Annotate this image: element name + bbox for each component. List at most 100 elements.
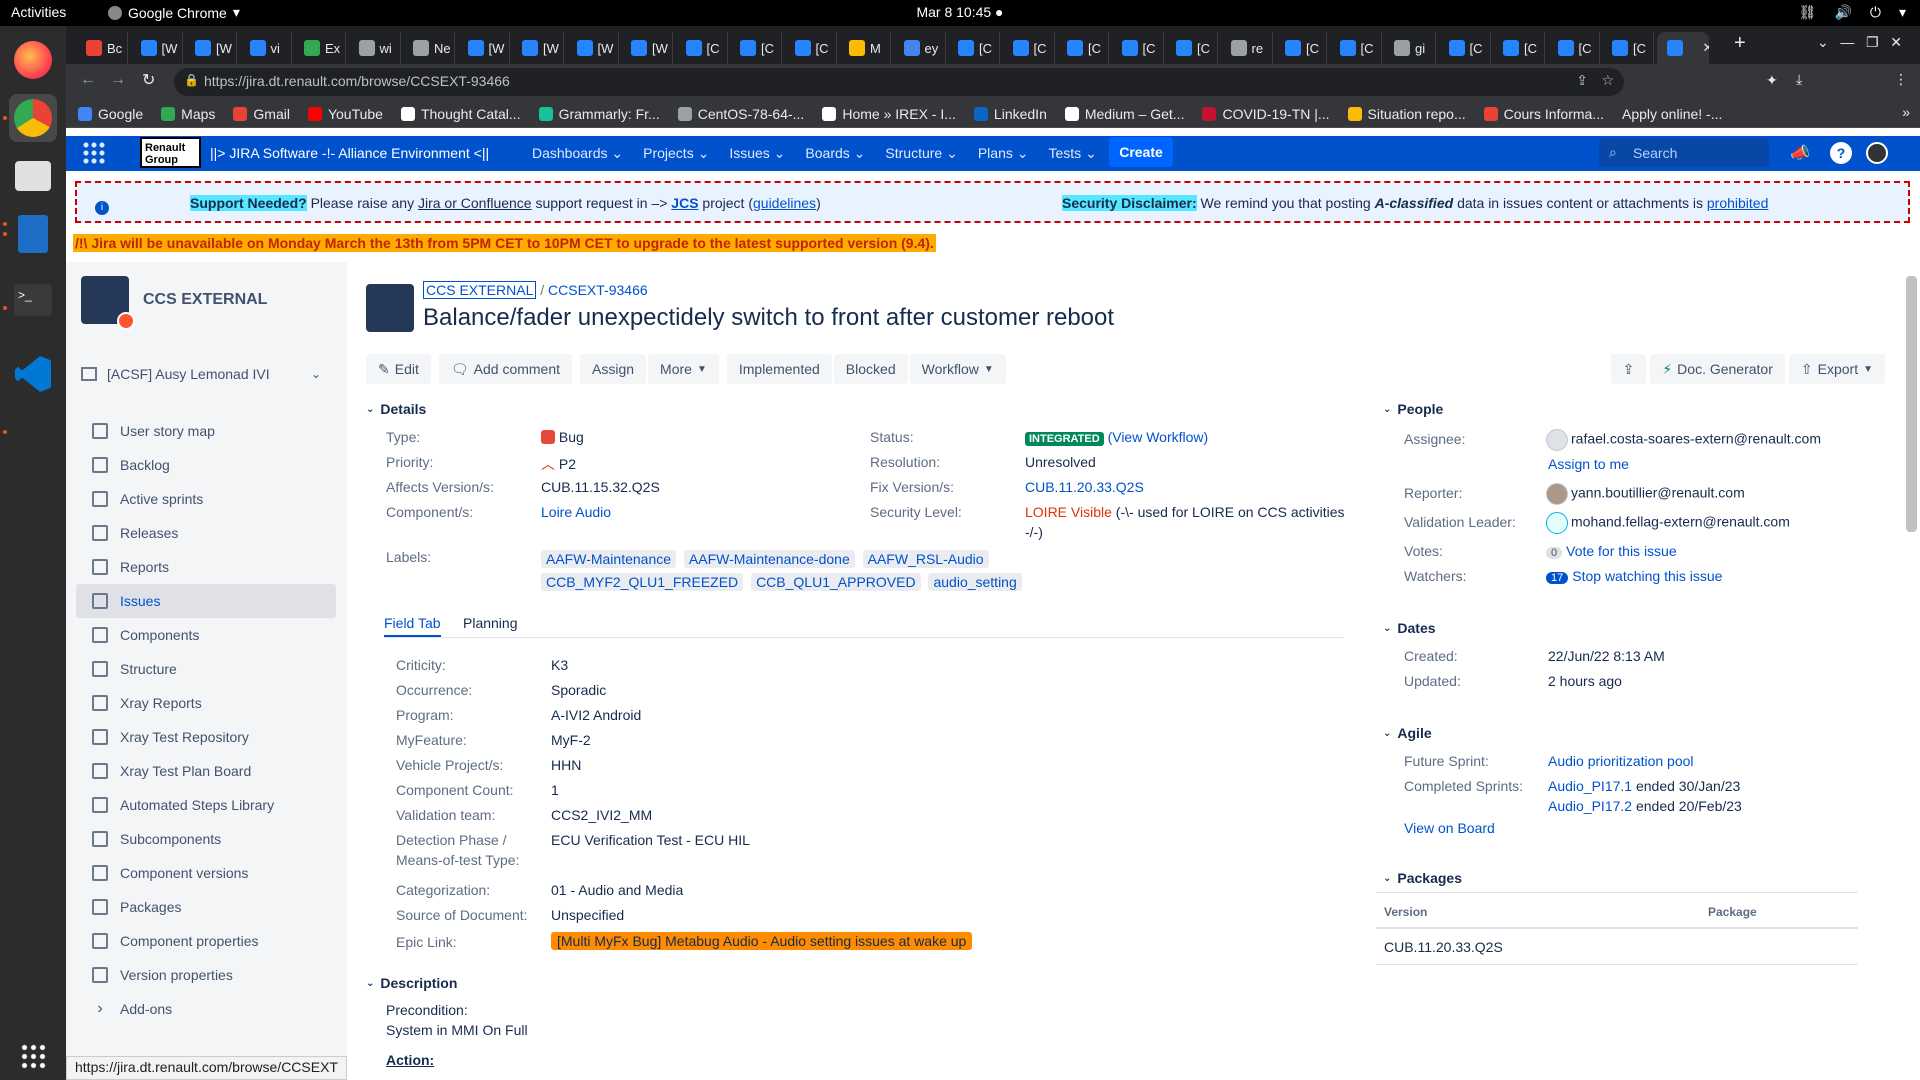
more-button[interactable]: More ▼ <box>648 354 719 384</box>
bookmark-item[interactable]: Apply online! -... <box>1622 106 1722 122</box>
browser-tab[interactable]: [C <box>1548 32 1600 64</box>
sidebar-item-subcomponents[interactable]: Subcomponents <box>76 822 336 856</box>
notifications-icon[interactable]: 📣 <box>1790 143 1810 163</box>
browser-tab[interactable]: [C <box>1602 32 1654 64</box>
sprint-1-link[interactable]: Audio_PI17.1 <box>1548 778 1632 794</box>
bookmark-item[interactable]: COVID-19-TN |... <box>1202 106 1330 122</box>
browser-tab[interactable]: gi <box>1384 32 1436 64</box>
label-lozenge[interactable]: AAFW_RSL-Audio <box>862 550 989 568</box>
bookmark-item[interactable]: Google <box>78 106 143 122</box>
nav-menu-dashboards[interactable]: Dashboards ⌄ <box>532 145 623 162</box>
app-menu[interactable]: Google Chrome ▾ <box>108 4 240 21</box>
extensions-icon[interactable]: ✦ <box>1766 72 1778 89</box>
component-value[interactable]: Loire Audio <box>541 504 611 520</box>
project-header[interactable]: CCS EXTERNAL <box>81 276 267 330</box>
app-switcher-icon[interactable] <box>82 141 106 165</box>
breadcrumb-issue-key[interactable]: CCSEXT-93466 <box>548 282 648 298</box>
browser-tab[interactable]: re <box>1221 32 1273 64</box>
address-bar[interactable]: 🔒 https://jira.dt.renault.com/browse/CCS… <box>174 68 1624 96</box>
window-controls[interactable]: ⌄ — ❐ ✕ <box>1817 34 1902 51</box>
bookmark-item[interactable]: YouTube <box>307 106 383 122</box>
browser-tab[interactable]: [C <box>1003 32 1055 64</box>
doc-generator-button[interactable]: ⚡ Doc. Generator <box>1650 354 1785 384</box>
future-sprint-link[interactable]: Audio prioritization pool <box>1548 753 1694 769</box>
terminal-icon[interactable]: >_ <box>9 276 57 324</box>
browser-tab[interactable]: ✕ <box>1656 32 1709 64</box>
browser-tab[interactable]: [C <box>1330 32 1382 64</box>
sidebar-item-component-versions[interactable]: Component versions <box>76 856 336 890</box>
agile-heading[interactable]: ⌄ Agile <box>1383 725 1432 741</box>
vscode-icon[interactable] <box>9 350 57 398</box>
files-icon[interactable] <box>9 152 57 200</box>
bookmark-item[interactable]: Maps <box>161 106 215 122</box>
sprint-2-link[interactable]: Audio_PI17.2 <box>1548 798 1632 814</box>
browser-tab[interactable]: Ne <box>403 32 455 64</box>
sidebar-item-component-properties[interactable]: Component properties <box>76 924 336 958</box>
sidebar-item-components[interactable]: Components <box>76 618 336 652</box>
stop-watching-link[interactable]: Stop watching this issue <box>1572 568 1722 584</box>
browser-tab[interactable]: [C <box>1057 32 1109 64</box>
forward-icon[interactable]: → <box>110 71 126 89</box>
fix-version-value[interactable]: CUB.11.20.33.Q2S <box>1025 479 1144 495</box>
share-icon[interactable]: ⇪ <box>1576 72 1588 89</box>
sidebar-item-user-story-map[interactable]: User story map <box>76 414 336 448</box>
sidebar-item-packages[interactable]: Packages <box>76 890 336 924</box>
browser-tab[interactable]: [W <box>185 32 237 64</box>
jcs-link[interactable]: JCS <box>671 195 698 211</box>
assign-to-me-link[interactable]: Assign to me <box>1548 456 1629 472</box>
breadcrumb-project[interactable]: CCS EXTERNAL <box>423 281 537 299</box>
browser-tab[interactable]: [W <box>512 32 564 64</box>
epic-link-lozenge[interactable]: [Multi MyFx Bug] Metabug Audio - Audio s… <box>551 932 973 950</box>
nav-menu-projects[interactable]: Projects ⌄ <box>643 145 709 162</box>
sidebar-item-backlog[interactable]: Backlog <box>76 448 336 482</box>
blocked-button[interactable]: Blocked <box>833 354 908 384</box>
sidebar-item-structure[interactable]: Structure <box>76 652 336 686</box>
bookmark-item[interactable]: Medium – Get... <box>1064 106 1184 122</box>
create-button[interactable]: Create <box>1109 137 1173 167</box>
workflow-button[interactable]: Workflow ▼ <box>909 354 1006 384</box>
browser-tab[interactable]: M <box>839 32 891 64</box>
details-heading[interactable]: ⌄ Details <box>366 401 426 417</box>
browser-tab[interactable]: [C <box>1275 32 1327 64</box>
firefox-icon[interactable] <box>9 36 57 84</box>
label-lozenge[interactable]: AAFW-Maintenance <box>541 550 677 568</box>
browser-tab[interactable]: [C <box>1493 32 1545 64</box>
prohibited-link[interactable]: prohibited <box>1707 195 1769 211</box>
sidebar-item-xray-reports[interactable]: Xray Reports <box>76 686 336 720</box>
bookmark-item[interactable]: Cours Informa... <box>1483 106 1604 122</box>
view-workflow-link[interactable]: (View Workflow) <box>1108 429 1209 445</box>
chrome-icon[interactable] <box>9 94 57 142</box>
scrollbar[interactable] <box>1906 276 1917 532</box>
people-heading[interactable]: ⌄ People <box>1383 401 1443 417</box>
browser-tab[interactable]: [C <box>785 32 837 64</box>
close-tab-icon[interactable]: ✕ <box>1703 40 1709 56</box>
export-button[interactable]: ⇧ Export ▼ <box>1788 354 1885 384</box>
writer-icon[interactable] <box>9 210 57 258</box>
show-apps-icon[interactable] <box>9 1032 57 1080</box>
sidebar-item-releases[interactable]: Releases <box>76 516 336 550</box>
user-avatar[interactable] <box>1866 142 1888 164</box>
jira-confluence-link[interactable]: Jira or Confluence <box>418 195 532 211</box>
nav-menu-boards[interactable]: Boards ⌄ <box>805 145 865 162</box>
bookmark-item[interactable]: Thought Catal... <box>400 106 521 122</box>
browser-tab[interactable]: [W <box>458 32 510 64</box>
guidelines-link[interactable]: guidelines <box>753 195 816 211</box>
view-on-board-link[interactable]: View on Board <box>1404 820 1495 836</box>
bookmark-item[interactable]: Home » IREX - I... <box>822 106 956 122</box>
reporter-value[interactable]: yann.boutillier@renault.com <box>1546 483 1745 505</box>
nav-menu-plans[interactable]: Plans ⌄ <box>978 145 1029 162</box>
issue-title[interactable]: Balance/fader unexpectidely switch to fr… <box>423 304 1114 332</box>
help-icon[interactable]: ? <box>1830 142 1852 164</box>
label-lozenge[interactable]: audio_setting <box>928 573 1022 591</box>
browser-tab[interactable]: vi <box>240 32 292 64</box>
label-lozenge[interactable]: CCB_QLU1_APPROVED <box>751 573 921 591</box>
edit-button[interactable]: ✎ Edit <box>366 354 431 384</box>
browser-tab[interactable]: [W <box>567 32 619 64</box>
browser-tab[interactable]: Bc <box>76 32 128 64</box>
sidebar-item-version-properties[interactable]: Version properties <box>76 958 336 992</box>
renault-group-logo[interactable]: Renault Group <box>140 137 201 168</box>
nav-menu-structure[interactable]: Structure ⌄ <box>885 145 957 162</box>
status-badge[interactable]: INTEGRATED <box>1025 432 1104 446</box>
sidebar-item-issues[interactable]: Issues <box>76 584 336 618</box>
browser-tab[interactable]: ey <box>894 32 946 64</box>
